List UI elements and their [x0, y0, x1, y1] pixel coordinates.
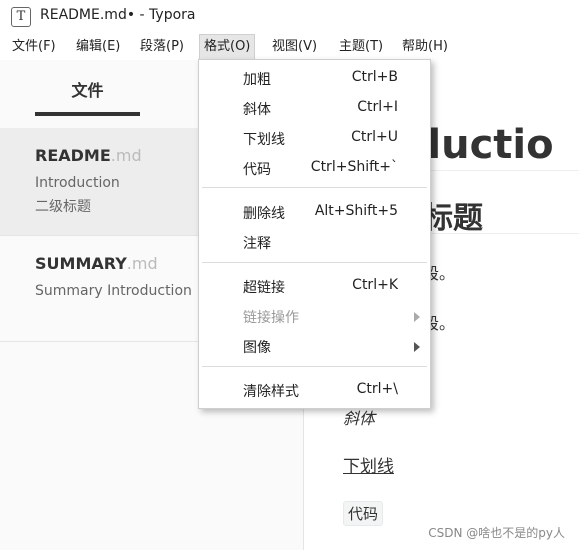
editor-underline-text: 下划线 [343, 457, 394, 477]
file-extension: .md [110, 146, 142, 165]
menu-item-shortcut: Ctrl+I [357, 99, 398, 115]
menu-bar: 文件(F) 编辑(E) 段落(P) 格式(O) 视图(V) 主题(T) 帮助(H… [0, 34, 579, 60]
submenu-arrow-icon [414, 342, 420, 352]
menu-item-underline[interactable]: 下划线 Ctrl+U [199, 125, 430, 151]
menu-file[interactable]: 文件(F) [8, 34, 60, 60]
menu-item-label: 链接操作 [243, 310, 299, 326]
menu-item-italic[interactable]: 斜体 Ctrl+I [199, 95, 430, 121]
menu-paragraph[interactable]: 段落(P) [136, 34, 188, 60]
sidebar-tab-label: 文件 [71, 81, 104, 100]
file-name: README.md [35, 146, 142, 165]
file-extension: .md [126, 254, 158, 273]
menu-item-label: 加粗 [243, 72, 271, 88]
menu-item-comment[interactable]: 注释 [199, 229, 430, 255]
menu-separator [202, 366, 427, 367]
menu-item-shortcut: Ctrl+K [352, 277, 398, 293]
menu-theme[interactable]: 主题(T) [335, 34, 387, 60]
typora-app-icon: T [11, 7, 31, 27]
file-preview-line: Summary Introduction [35, 283, 192, 299]
sidebar-tab-files[interactable]: 文件 [35, 74, 140, 116]
menu-item-label: 下划线 [243, 132, 285, 148]
menu-item-clear-format[interactable]: 清除样式 Ctrl+\ [199, 377, 430, 403]
menu-item-label: 超链接 [243, 280, 285, 296]
format-menu-dropdown: 加粗 Ctrl+B 斜体 Ctrl+I 下划线 Ctrl+U 代码 Ctrl+S… [198, 59, 431, 409]
menu-item-label: 斜体 [243, 102, 271, 118]
window-title: README.md• - Typora [40, 7, 196, 23]
menu-separator [202, 262, 427, 263]
menu-item-image[interactable]: 图像 [199, 333, 430, 359]
title-bar: T README.md• - Typora [0, 0, 579, 34]
file-preview-line: 二级标题 [35, 199, 91, 215]
menu-item-strikethrough[interactable]: 删除线 Alt+Shift+5 [199, 199, 430, 225]
menu-item-label: 清除样式 [243, 384, 299, 400]
csdn-watermark: CSDN @啥也不是的py人 [428, 526, 565, 540]
menu-item-shortcut: Ctrl+B [351, 69, 398, 85]
menu-item-label: 注释 [243, 236, 271, 252]
editor-inline-code: 代码 [343, 501, 384, 526]
menu-item-shortcut: Alt+Shift+5 [314, 203, 398, 219]
menu-item-bold[interactable]: 加粗 Ctrl+B [199, 65, 430, 91]
menu-view[interactable]: 视图(V) [268, 34, 321, 60]
menu-item-shortcut: Ctrl+U [351, 129, 398, 145]
menu-item-label: 代码 [243, 162, 271, 178]
sidebar-tab-indicator [35, 112, 140, 116]
menu-format[interactable]: 格式(O) [199, 34, 256, 60]
menu-item-label: 删除线 [243, 206, 285, 222]
file-preview-line: Introduction [35, 175, 120, 191]
menu-item-shortcut: Ctrl+\ [356, 381, 398, 397]
file-name: SUMMARY.md [35, 254, 158, 273]
submenu-arrow-icon [414, 312, 420, 322]
menu-item-code[interactable]: 代码 Ctrl+Shift+` [199, 155, 430, 181]
menu-help[interactable]: 帮助(H) [398, 34, 452, 60]
menu-separator [202, 187, 427, 188]
menu-item-label: 图像 [243, 340, 271, 356]
menu-item-link-actions[interactable]: 链接操作 [199, 303, 430, 329]
menu-item-hyperlink[interactable]: 超链接 Ctrl+K [199, 273, 430, 299]
editor-heading-2: 标题 [423, 201, 483, 236]
menu-item-shortcut: Ctrl+Shift+` [310, 159, 398, 175]
menu-edit[interactable]: 编辑(E) [72, 34, 124, 60]
